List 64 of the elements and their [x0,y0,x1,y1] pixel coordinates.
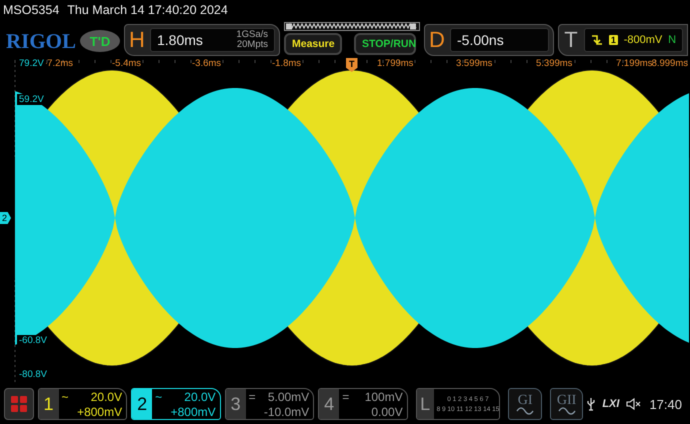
vertical-scale: 5.00mV [266,390,310,404]
time-axis-label: 8.999ms [652,58,688,69]
coupling-symbol: ~ [155,390,162,404]
model-name: MSO5354 [3,3,60,17]
vertical-scale: 20.0V [183,390,216,404]
horizontal-panel[interactable]: H 1.80ms 1GSa/s 20Mpts [124,24,280,56]
trigger-level: -800mV [624,34,662,46]
vertical-offset: +800mV [76,404,122,419]
sample-rate: 1GSa/s [236,30,268,40]
channel-button[interactable]: 3 = 5.00mV -10.0mV [224,388,314,420]
delay-key: D [429,27,445,53]
clock-time: 17:40 [649,396,682,412]
trigger-position-marker: T [346,58,358,72]
grid-icon [10,395,28,413]
channel-marker: 2 [0,212,12,224]
generator-button[interactable]: GI [508,388,542,420]
coupling-symbol: = [248,390,256,404]
time-axis-label: 5.399ms [536,58,572,69]
vertical-offset: 0.00V [370,404,403,419]
touch-toggle-button[interactable]: T'D [80,30,120,52]
voltage-axis-label: 79.2V [17,58,46,69]
voltage-axis-label: -80.8V [17,369,49,380]
vertical-offset: +800mV [170,404,216,419]
trigger-source: 1 [608,35,618,45]
voltage-axis-label: 59.2V [17,94,46,105]
time-axis-label: -7.2ms [44,58,74,69]
time-axis-label: -3.6ms [192,58,222,69]
stop-run-button[interactable]: STOP/RUN [354,33,416,55]
timebase-field[interactable]: 1.80ms 1GSa/s 20Mpts [150,28,275,52]
speaker-icon [626,398,642,410]
coupling-symbol: ~ [62,390,69,404]
channel-button[interactable]: 2 ~ 20.0V +800mV [131,388,221,420]
usb-icon [587,397,596,411]
timebase-value: 1.80ms [157,32,203,48]
time-axis-label: 3.599ms [456,58,492,69]
sine-wave-icon [516,406,534,414]
generator-button[interactable]: GII [550,388,584,420]
time-axis-label: 1.799ms [377,58,414,69]
delay-field[interactable]: -5.00ns [450,28,549,52]
time-axis-label: 7.199ms [616,58,652,69]
time-axis-label: -1.8ms [272,58,302,69]
vertical-scale: 100mV [364,390,403,404]
trigger-mode: N [668,34,676,46]
vertical-offset: -10.0mV [262,404,310,419]
menu-button[interactable] [4,388,34,420]
falling-edge-icon [590,34,603,46]
sine-wave-icon [558,406,576,414]
measure-button[interactable]: Measure [284,33,342,55]
trigger-panel[interactable]: T 1 -800mV N [558,24,688,56]
voltage-axis-label: -60.8V [17,335,49,346]
trigger-key: T [563,27,579,53]
time-axis-label: -5.4ms [112,58,142,69]
lxi-label: LXI [602,398,620,410]
memory-depth: 20Mpts [236,40,268,50]
channel-button[interactable]: 1 ~ 20.0V +800mV [38,388,128,420]
vertical-scale: 20.0V [90,390,122,404]
coupling-symbol: = [342,390,350,404]
trigger-field[interactable]: 1 -800mV N [584,28,683,52]
delay-value: -5.00ns [457,32,504,48]
channel-button[interactable]: 4 = 100mV 0.00V [318,388,408,420]
date-time: Thu March 14 17:40:20 2024 [67,3,228,17]
brand-logo: RIGOL [6,28,76,54]
delay-panel[interactable]: D -5.00ns [424,24,554,56]
horizontal-key: H [129,27,145,53]
